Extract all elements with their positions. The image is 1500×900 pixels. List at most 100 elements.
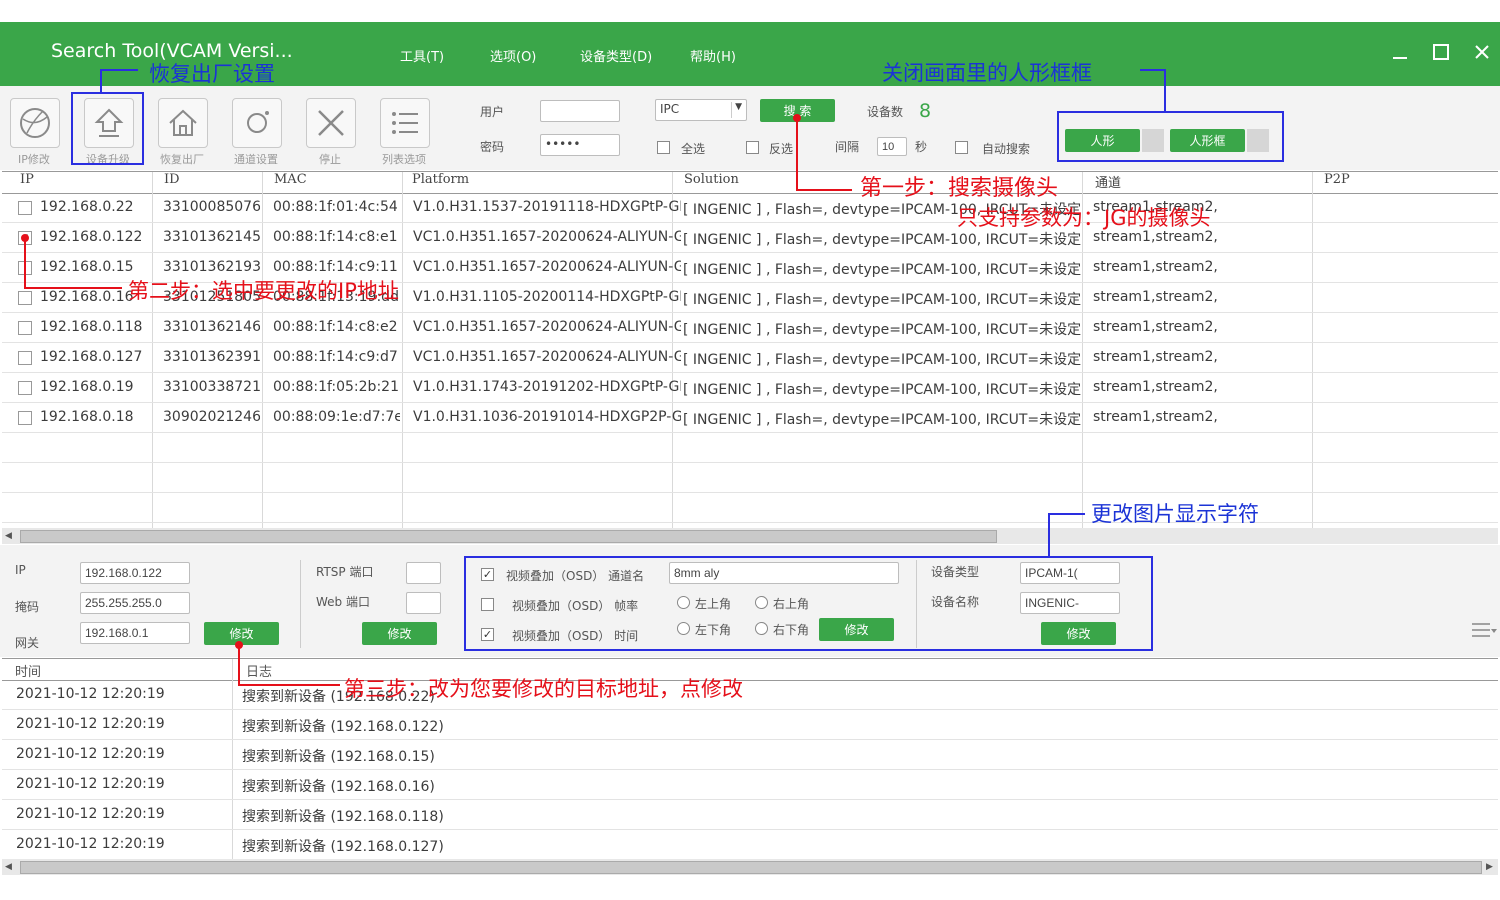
log-col-message[interactable]: 日志 xyxy=(246,661,272,680)
osd-channel-name-input[interactable] xyxy=(669,562,899,584)
col-p2p[interactable]: P2P xyxy=(1324,172,1350,187)
menu-options[interactable]: 选项(O) xyxy=(490,46,536,65)
cell-ip: 192.168.0.118 xyxy=(40,319,143,335)
cell-id: 33101362391 xyxy=(163,349,260,365)
row-checkbox[interactable] xyxy=(18,321,32,335)
col-channel[interactable]: 通道 xyxy=(1095,172,1121,191)
pos-top-left-radio[interactable] xyxy=(677,596,690,609)
human-box-toggle-track[interactable] xyxy=(1247,129,1269,152)
col-solution[interactable]: Solution xyxy=(684,172,739,187)
row-checkbox[interactable] xyxy=(18,201,32,215)
device-type-label: 设备类型 xyxy=(931,565,980,579)
panel-collapse-button[interactable] xyxy=(1470,620,1498,642)
cell-channel: stream1,stream2, xyxy=(1093,409,1218,425)
device-type-value: IPC xyxy=(660,102,680,116)
rtsp-port-input[interactable] xyxy=(406,562,441,584)
row-checkbox[interactable] xyxy=(18,381,32,395)
human-toggle-button[interactable]: 人形 xyxy=(1065,129,1140,152)
cell-mac: 00:88:1f:14:c9:11 xyxy=(273,259,398,275)
rtsp-port-label: RTSP 端口 xyxy=(316,565,374,579)
maximize-button[interactable] xyxy=(1423,36,1459,68)
device-type-select[interactable]: IPC ▼ xyxy=(655,99,747,121)
port-modify-button[interactable]: 修改 xyxy=(362,622,437,645)
chevron-down-icon: ▼ xyxy=(731,102,742,118)
close-button[interactable] xyxy=(1464,36,1500,68)
gateway-input[interactable] xyxy=(80,622,190,644)
minimize-button[interactable] xyxy=(1382,36,1418,68)
menu-device-type[interactable]: 设备类型(D) xyxy=(580,46,652,65)
cell-channel: stream1,stream2, xyxy=(1093,259,1218,275)
log-scroll-right-icon[interactable]: ▶ xyxy=(1486,862,1493,872)
grid-scrollbar-thumb[interactable] xyxy=(20,530,997,543)
search-button[interactable]: 搜 索 xyxy=(760,99,835,122)
channel-settings-label: 通道设置 xyxy=(234,153,278,166)
panel-divider xyxy=(300,560,301,648)
device-name-input[interactable] xyxy=(1020,592,1120,614)
user-input[interactable] xyxy=(540,100,620,122)
col-id[interactable]: ID xyxy=(164,172,180,187)
pos-bottom-left-radio[interactable] xyxy=(677,622,690,635)
osd-channel-name-label: 视频叠加（OSD） 通道名 xyxy=(506,569,645,583)
device-upgrade-button[interactable] xyxy=(84,98,134,148)
osd-framerate-checkbox[interactable] xyxy=(481,598,494,611)
col-ip[interactable]: IP xyxy=(20,172,34,187)
ip-label: IP xyxy=(15,563,26,577)
pos-bottom-right-radio[interactable] xyxy=(755,622,768,635)
ip-input[interactable] xyxy=(80,562,190,584)
cell-id: 33101362145 xyxy=(163,229,260,245)
password-input[interactable]: ••••• xyxy=(540,134,620,156)
select-all-checkbox[interactable] xyxy=(657,141,670,154)
invert-checkbox[interactable] xyxy=(746,141,759,154)
log-scrollbar-thumb[interactable] xyxy=(20,861,1482,874)
osd-channel-name-checkbox[interactable]: ✓ xyxy=(481,568,494,581)
device-type-input[interactable] xyxy=(1020,562,1120,584)
ip-modify-button[interactable] xyxy=(10,98,60,148)
close-icon xyxy=(1475,45,1489,59)
stop-button[interactable] xyxy=(306,98,356,148)
factory-reset-button[interactable] xyxy=(158,98,208,148)
row-checkbox[interactable] xyxy=(18,291,32,305)
channel-settings-button[interactable] xyxy=(232,98,282,148)
log-message: 搜索到新设备 (192.168.0.118) xyxy=(242,809,444,825)
col-mac[interactable]: MAC xyxy=(274,172,307,187)
log-scrollbar[interactable]: ◀ ▶ xyxy=(2,859,1498,875)
list-options-button[interactable] xyxy=(380,98,430,148)
cell-platform: V1.0.H31.1105-20200114-HDXGPtP-GEN xyxy=(413,289,681,305)
scroll-left-icon[interactable]: ◀ xyxy=(5,531,12,541)
osd-time-checkbox[interactable]: ✓ xyxy=(481,628,494,641)
pos-top-right-radio[interactable] xyxy=(755,596,768,609)
cell-mac: 00:88:09:1e:d7:7e xyxy=(273,409,400,425)
interval-input[interactable] xyxy=(877,137,907,156)
log-col-time[interactable]: 时间 xyxy=(15,661,41,680)
row-checkbox[interactable]: ✓ xyxy=(18,231,32,245)
log-scroll-left-icon[interactable]: ◀ xyxy=(5,862,12,872)
row-checkbox[interactable] xyxy=(18,261,32,275)
mask-input[interactable] xyxy=(80,592,190,614)
log-time: 2021-10-12 12:20:19 xyxy=(16,776,165,792)
annotation-step1-note: 只支持参数为：JG的摄像头 xyxy=(957,206,1211,230)
auto-search-checkbox[interactable] xyxy=(955,141,968,154)
annotation-step3: 第三步：改为您要修改的目标地址，点修改 xyxy=(344,677,743,701)
cell-platform: V1.0.H31.1036-20191014-HDXGP2P-GEN xyxy=(413,409,681,425)
pos-top-left-label: 左上角 xyxy=(695,597,732,611)
col-platform[interactable]: Platform xyxy=(412,172,469,187)
human-toggle-track[interactable] xyxy=(1142,129,1164,152)
cell-platform: VC1.0.H351.1657-20200624-ALIYUN-GEN xyxy=(413,349,681,365)
device-modify-button[interactable]: 修改 xyxy=(1041,622,1116,645)
annotation-restore-factory: 恢复出厂设置 xyxy=(149,62,275,86)
menu-tools[interactable]: 工具(T) xyxy=(400,46,444,65)
grid-scrollbar[interactable]: ◀ xyxy=(2,528,1498,544)
cell-ip: 192.168.0.19 xyxy=(40,379,134,395)
cell-mac: 00:88:1f:14:c9:d7 xyxy=(273,349,398,365)
human-box-toggle-button[interactable]: 人形框 xyxy=(1170,129,1245,152)
cell-solution: [ INGENIC ] , Flash=, devtype=IPCAM-100,… xyxy=(683,382,1081,398)
menu-help[interactable]: 帮助(H) xyxy=(690,46,736,65)
row-checkbox[interactable] xyxy=(18,351,32,365)
cell-mac: 00:88:1f:05:2b:21 xyxy=(273,379,399,395)
list-icon xyxy=(392,112,418,134)
osd-modify-button[interactable]: 修改 xyxy=(819,618,894,641)
web-port-input[interactable] xyxy=(406,592,441,614)
network-modify-button[interactable]: 修改 xyxy=(204,622,279,645)
cell-id: 33101362193 xyxy=(163,259,260,275)
row-checkbox[interactable] xyxy=(18,411,32,425)
